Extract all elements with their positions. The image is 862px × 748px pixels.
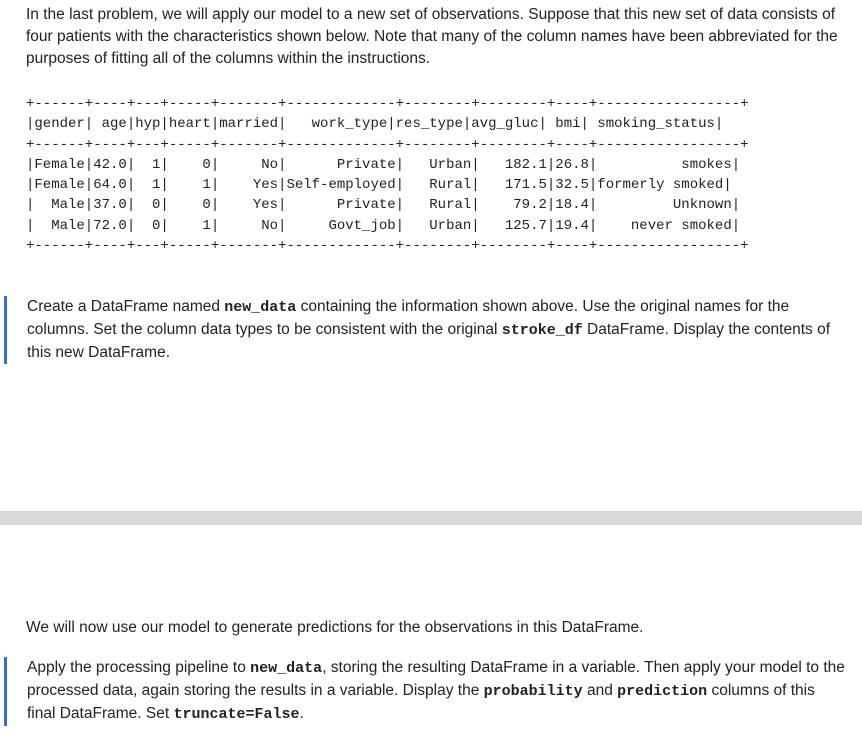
code-truncate: truncate=False — [173, 706, 300, 723]
section-intro: We will now use our model to generate pr… — [26, 619, 644, 636]
code-probability: probability — [483, 683, 583, 700]
code-stroke-df: stroke_df — [501, 322, 583, 339]
text-span: Create a DataFrame named — [27, 298, 225, 315]
cell-divider — [0, 511, 862, 525]
task-create-dataframe-text: Create a DataFrame named new_data contai… — [27, 296, 847, 364]
task-apply-pipeline-text: Apply the processing pipeline to new_dat… — [27, 657, 847, 726]
code-new-data: new_data — [224, 299, 297, 316]
patients-ascii-table: +------+----+---+-----+-------+---------… — [26, 96, 749, 255]
text-span: Apply the processing pipeline to — [27, 659, 251, 676]
task-create-dataframe: Create a DataFrame named new_data contai… — [4, 296, 847, 364]
text-span: and — [582, 682, 618, 699]
code-prediction: prediction — [617, 683, 708, 700]
code-new-data: new_data — [250, 660, 323, 677]
text-span: . — [299, 705, 304, 722]
intro-paragraph: In the last problem, we will apply our m… — [26, 6, 838, 67]
task-apply-pipeline: Apply the processing pipeline to new_dat… — [4, 657, 847, 726]
